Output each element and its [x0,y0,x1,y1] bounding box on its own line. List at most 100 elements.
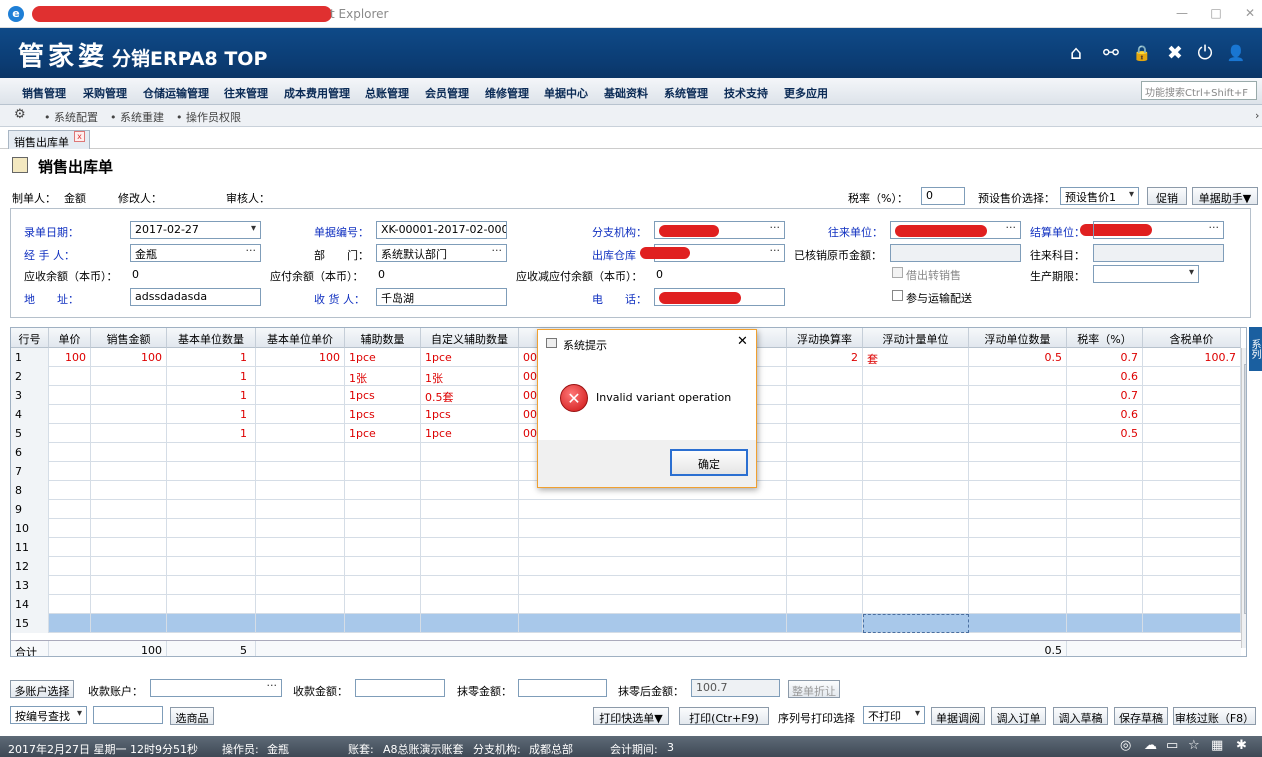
close-window-icon[interactable]: ✕ [1243,6,1257,20]
table-cell[interactable] [519,538,787,557]
quick-operator-rights[interactable]: • 操作员权限 [176,109,241,125]
table-cell[interactable] [91,367,167,386]
table-cell[interactable] [167,614,256,633]
table-cell[interactable] [256,386,345,405]
bill-helper-button[interactable]: 单据助手▼ [1192,187,1258,205]
table-cell[interactable] [256,481,345,500]
table-cell[interactable] [91,405,167,424]
chevron-right-icon[interactable]: › [1255,109,1259,122]
table-cell[interactable] [49,386,91,405]
table-cell[interactable] [421,557,519,576]
table-cell[interactable] [91,519,167,538]
branch-input[interactable] [654,221,785,239]
table-cell[interactable]: 1 [167,367,256,386]
table-cell[interactable]: 100.7 [1143,348,1241,367]
table-cell[interactable] [49,462,91,481]
import-draft-button[interactable]: 调入草稿 [1053,707,1108,725]
dept-input[interactable]: 系统默认部门 [376,244,507,262]
table-cell[interactable] [49,443,91,462]
table-cell[interactable]: 0.6 [1067,405,1143,424]
gear-icon[interactable]: ⚙ [14,107,26,122]
menu-basic-data[interactable]: 基础资料 [604,85,648,101]
table-cell[interactable] [969,367,1067,386]
table-cell[interactable] [969,462,1067,481]
table-cell[interactable] [91,595,167,614]
dialog-ok-button[interactable]: 确定 [670,449,748,476]
table-cell[interactable] [863,386,969,405]
menu-system[interactable]: 系统管理 [664,85,708,101]
table-cell[interactable] [787,367,863,386]
table-cell[interactable] [519,595,787,614]
table-cell[interactable]: 0.6 [1067,367,1143,386]
table-cell[interactable] [1143,424,1241,443]
table-cell[interactable] [969,405,1067,424]
table-cell[interactable] [91,481,167,500]
table-row[interactable]: 14 [11,595,1241,614]
menu-contacts[interactable]: 往来管理 [224,85,268,101]
table-cell[interactable]: 1pce [421,424,519,443]
table-cell[interactable] [91,500,167,519]
table-cell[interactable] [256,519,345,538]
table-cell[interactable] [256,424,345,443]
table-cell[interactable] [49,424,91,443]
table-cell[interactable] [519,614,787,633]
close-circle-icon[interactable]: ✖ [1162,40,1188,66]
table-cell[interactable]: 1张 [345,367,421,386]
table-cell[interactable] [49,614,91,633]
table-cell[interactable] [256,595,345,614]
table-cell[interactable] [1143,386,1241,405]
table-cell[interactable] [1143,614,1241,633]
table-cell[interactable]: 100 [256,348,345,367]
power-icon[interactable]: ⏻ [1192,40,1218,66]
tray-monitor-icon[interactable]: ▭ [1166,738,1178,753]
table-cell[interactable] [787,576,863,595]
table-cell[interactable] [787,614,863,633]
tray-tools-icon[interactable]: ✱ [1236,738,1247,753]
table-cell[interactable] [345,462,421,481]
import-order-button[interactable]: 调入订单 [991,707,1046,725]
table-cell[interactable] [787,538,863,557]
table-cell[interactable] [969,481,1067,500]
table-cell[interactable] [1143,595,1241,614]
table-cell[interactable]: 1pcs [345,386,421,405]
table-cell[interactable] [1143,519,1241,538]
table-cell[interactable] [91,462,167,481]
phone-input[interactable] [654,288,785,306]
table-cell[interactable] [863,405,969,424]
collect-amount-input[interactable] [355,679,445,697]
table-cell[interactable] [421,614,519,633]
side-series-tab[interactable]: 系列 [1249,327,1262,371]
maximize-icon[interactable]: □ [1209,6,1223,20]
table-cell[interactable] [969,500,1067,519]
table-cell[interactable] [256,367,345,386]
table-cell[interactable] [863,595,969,614]
table-cell[interactable] [1143,367,1241,386]
table-cell[interactable]: 0.7 [1067,386,1143,405]
table-cell[interactable] [969,557,1067,576]
expiry-select[interactable] [1093,265,1199,283]
table-cell[interactable]: 1 [167,348,256,367]
table-cell[interactable] [91,576,167,595]
table-cell[interactable] [863,614,969,633]
table-cell[interactable] [1067,576,1143,595]
table-cell[interactable] [91,386,167,405]
table-cell[interactable] [345,500,421,519]
table-cell[interactable] [863,557,969,576]
col-header-float-rate[interactable]: 浮动换算率 [787,328,863,348]
table-cell[interactable] [787,500,863,519]
table-cell[interactable] [345,443,421,462]
table-cell[interactable]: 2 [787,348,863,367]
table-cell[interactable] [787,481,863,500]
table-cell[interactable] [519,557,787,576]
table-cell[interactable] [863,424,969,443]
tray-chat-icon[interactable]: ☁ [1144,738,1157,753]
table-cell[interactable]: 1pce [421,348,519,367]
table-cell[interactable] [91,443,167,462]
transport-checkbox[interactable] [892,290,903,301]
table-cell[interactable]: 100 [49,348,91,367]
col-header-tax-rate[interactable]: 税率（%） [1067,328,1143,348]
table-cell[interactable] [256,576,345,595]
table-cell[interactable] [49,367,91,386]
menu-repair[interactable]: 维修管理 [485,85,529,101]
table-cell[interactable]: 0.5套 [421,386,519,405]
